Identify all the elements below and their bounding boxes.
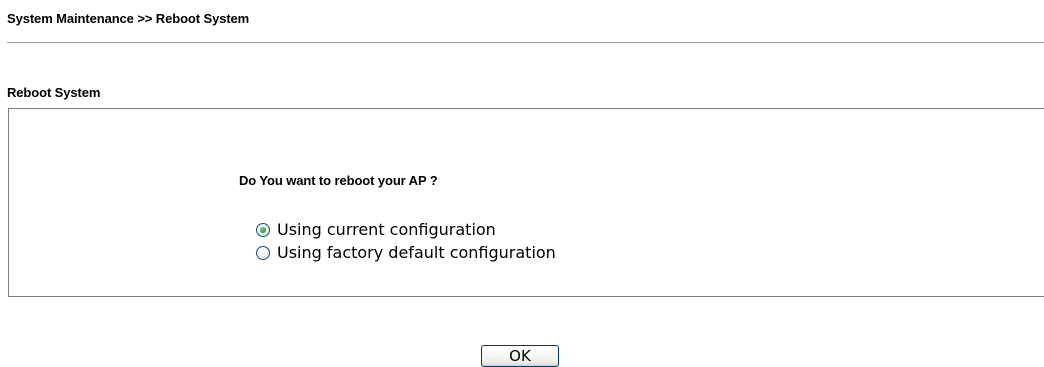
- ok-button[interactable]: OK: [481, 345, 559, 367]
- radio-current-config[interactable]: [256, 222, 270, 237]
- section-title: Reboot System: [7, 85, 101, 100]
- radio-factory-default[interactable]: [256, 245, 270, 260]
- option-current-config[interactable]: Using current configuration: [256, 220, 496, 239]
- reboot-question: Do You want to reboot your AP ?: [239, 173, 438, 188]
- reboot-panel: Do You want to reboot your AP ? Using cu…: [8, 108, 1044, 297]
- option-factory-default[interactable]: Using factory default configuration: [256, 243, 556, 262]
- title-divider: [7, 42, 1044, 43]
- option-factory-default-label: Using factory default configuration: [277, 243, 556, 262]
- page-title: System Maintenance >> Reboot System: [7, 11, 250, 26]
- option-current-config-label: Using current configuration: [277, 220, 496, 239]
